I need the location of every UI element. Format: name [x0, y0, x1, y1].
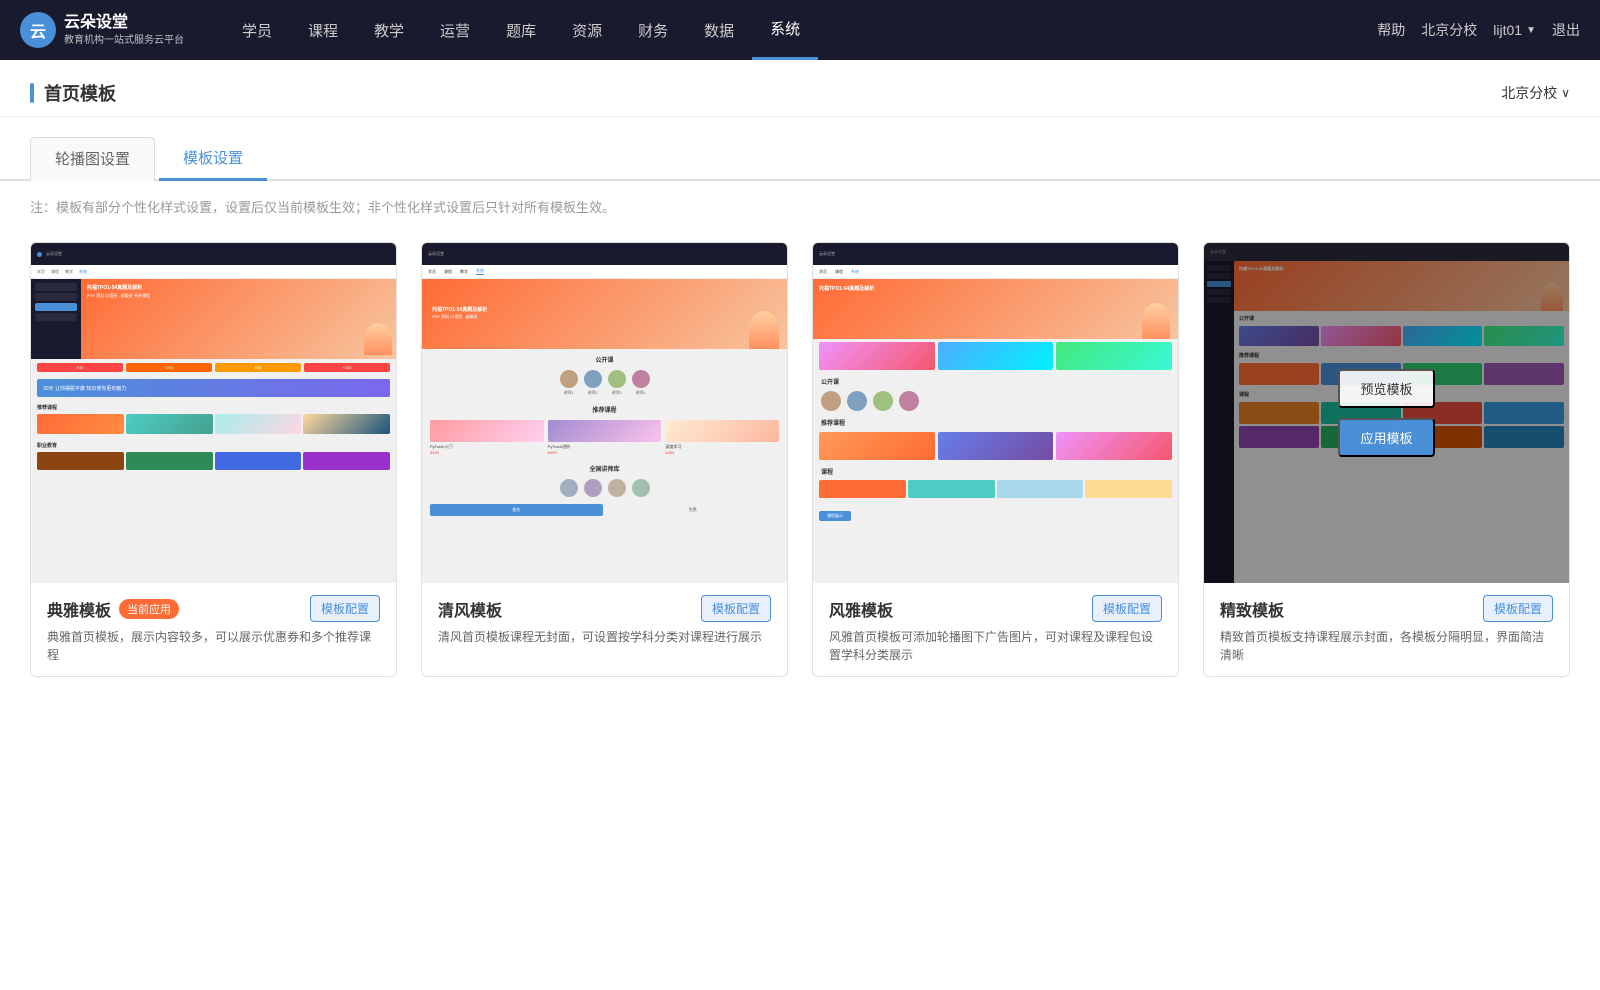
card-config-btn-t2[interactable]: 模板配置	[701, 595, 771, 622]
nav-item-course[interactable]: 课程	[290, 0, 356, 60]
card-title-row-t4: 精致模板 模板配置	[1220, 595, 1553, 622]
page-header: 首页模板 北京分校	[0, 60, 1600, 117]
card-name-t3: 风雅模板	[829, 597, 893, 621]
card-title-row-t1: 典雅模板 当前应用 模板配置	[47, 595, 380, 622]
nav-item-finance[interactable]: 财务	[620, 0, 686, 60]
template-card-t3: 云朵设堂 学员 课程 系统 托福TPO1-54真题及解析	[812, 242, 1179, 677]
logo[interactable]: 云 云朵设堂 教育机构一站式服务云平台	[20, 12, 184, 48]
template-card-t4: 预览模板 应用模板 云朵设堂	[1203, 242, 1570, 677]
template-card-t1: 云朵设堂 学员课程 教学系统 托福TPO1-54真题及解析P	[30, 242, 397, 677]
branch-selector[interactable]: 北京分校	[1501, 83, 1570, 103]
nav-right: 帮助 北京分校 lijt01 退出	[1377, 20, 1580, 40]
branch-link[interactable]: 北京分校	[1421, 20, 1477, 40]
nav-item-student[interactable]: 学员	[224, 0, 290, 60]
user-menu[interactable]: lijt01	[1493, 22, 1536, 38]
help-link[interactable]: 帮助	[1377, 20, 1405, 40]
mock-preview-t2: 云朵设堂 学员课程 教学系统 托福TPO1-54真题及解析PDF 资料 口语班 …	[422, 243, 787, 583]
nav-item-system[interactable]: 系统	[752, 0, 818, 60]
tabs: 轮播图设置 模板设置	[0, 117, 1600, 181]
nav-item-resource[interactable]: 资源	[554, 0, 620, 60]
template-preview-t3: 云朵设堂 学员 课程 系统 托福TPO1-54真题及解析	[813, 243, 1178, 583]
card-title-row-t2: 清风模板 模板配置	[438, 595, 771, 622]
logo-icon: 云	[20, 12, 56, 48]
navigation: 云 云朵设堂 教育机构一站式服务云平台 学员 课程 教学 运营 题库 资源 财务…	[0, 0, 1600, 60]
card-footer-t2: 清风模板 模板配置 清风首页模板课程无封面，可设置按学科分类对课程进行展示	[422, 583, 787, 658]
nav-item-question-bank[interactable]: 题库	[488, 0, 554, 60]
note-text: 注：模板有部分个性化样式设置，设置后仅当前模板生效；非个性化样式设置后只针对所有…	[0, 181, 1600, 232]
card-footer-t3: 风雅模板 模板配置 风雅首页模板可添加轮播图下广告图片，可对课程及课程包设置学科…	[813, 583, 1178, 676]
tab-template[interactable]: 模板设置	[159, 137, 267, 181]
card-desc-t2: 清风首页模板课程无封面，可设置按学科分类对课程进行展示	[438, 628, 771, 646]
card-name-t4: 精致模板	[1220, 597, 1284, 621]
nav-item-operation[interactable]: 运营	[422, 0, 488, 60]
apply-template-button-t4[interactable]: 应用模板	[1338, 418, 1434, 457]
card-name-t2: 清风模板	[438, 597, 502, 621]
nav-item-data[interactable]: 数据	[686, 0, 752, 60]
preview-template-button-t4[interactable]: 预览模板	[1338, 369, 1434, 408]
page-title-bar	[30, 83, 34, 103]
card-footer-t1: 典雅模板 当前应用 模板配置 典雅首页模板，展示内容较多，可以展示优惠券和多个推…	[31, 583, 396, 676]
card-desc-t1: 典雅首页模板，展示内容较多，可以展示优惠券和多个推荐课程	[47, 628, 380, 664]
template-preview-t2: 云朵设堂 学员课程 教学系统 托福TPO1-54真题及解析PDF 资料 口语班 …	[422, 243, 787, 583]
page-title-wrap: 首页模板	[30, 80, 116, 106]
page-title: 首页模板	[44, 80, 116, 106]
template-overlay-t4: 预览模板 应用模板	[1204, 243, 1569, 583]
template-grid: 云朵设堂 学员课程 教学系统 托福TPO1-54真题及解析P	[0, 232, 1600, 717]
mock-preview-t3: 云朵设堂 学员 课程 系统 托福TPO1-54真题及解析	[813, 243, 1178, 583]
template-card-t2: 云朵设堂 学员课程 教学系统 托福TPO1-54真题及解析PDF 资料 口语班 …	[421, 242, 788, 677]
main-content: 首页模板 北京分校 轮播图设置 模板设置 注：模板有部分个性化样式设置，设置后仅…	[0, 60, 1600, 990]
tab-carousel[interactable]: 轮播图设置	[30, 137, 155, 181]
logo-text: 云朵设堂 教育机构一站式服务云平台	[64, 13, 184, 47]
logout-link[interactable]: 退出	[1552, 20, 1580, 40]
template-preview-t1: 云朵设堂 学员课程 教学系统 托福TPO1-54真题及解析P	[31, 243, 396, 583]
card-footer-t4: 精致模板 模板配置 精致首页模板支持课程展示封面，各模板分隔明显，界面简洁清晰	[1204, 583, 1569, 676]
card-title-row-t3: 风雅模板 模板配置	[829, 595, 1162, 622]
card-config-btn-t3[interactable]: 模板配置	[1092, 595, 1162, 622]
card-config-btn-t4[interactable]: 模板配置	[1483, 595, 1553, 622]
card-desc-t3: 风雅首页模板可添加轮播图下广告图片，可对课程及课程包设置学科分类展示	[829, 628, 1162, 664]
mock-preview-t1: 云朵设堂 学员课程 教学系统 托福TPO1-54真题及解析P	[31, 243, 396, 583]
template-preview-t4: 预览模板 应用模板 云朵设堂	[1204, 243, 1569, 583]
nav-item-teaching[interactable]: 教学	[356, 0, 422, 60]
card-config-btn-t1[interactable]: 模板配置	[310, 595, 380, 622]
card-badge-t1: 当前应用	[119, 599, 179, 619]
card-name-t1: 典雅模板	[47, 597, 111, 621]
nav-menu: 学员 课程 教学 运营 题库 资源 财务 数据 系统	[224, 0, 1377, 60]
card-desc-t4: 精致首页模板支持课程展示封面，各模板分隔明显，界面简洁清晰	[1220, 628, 1553, 664]
